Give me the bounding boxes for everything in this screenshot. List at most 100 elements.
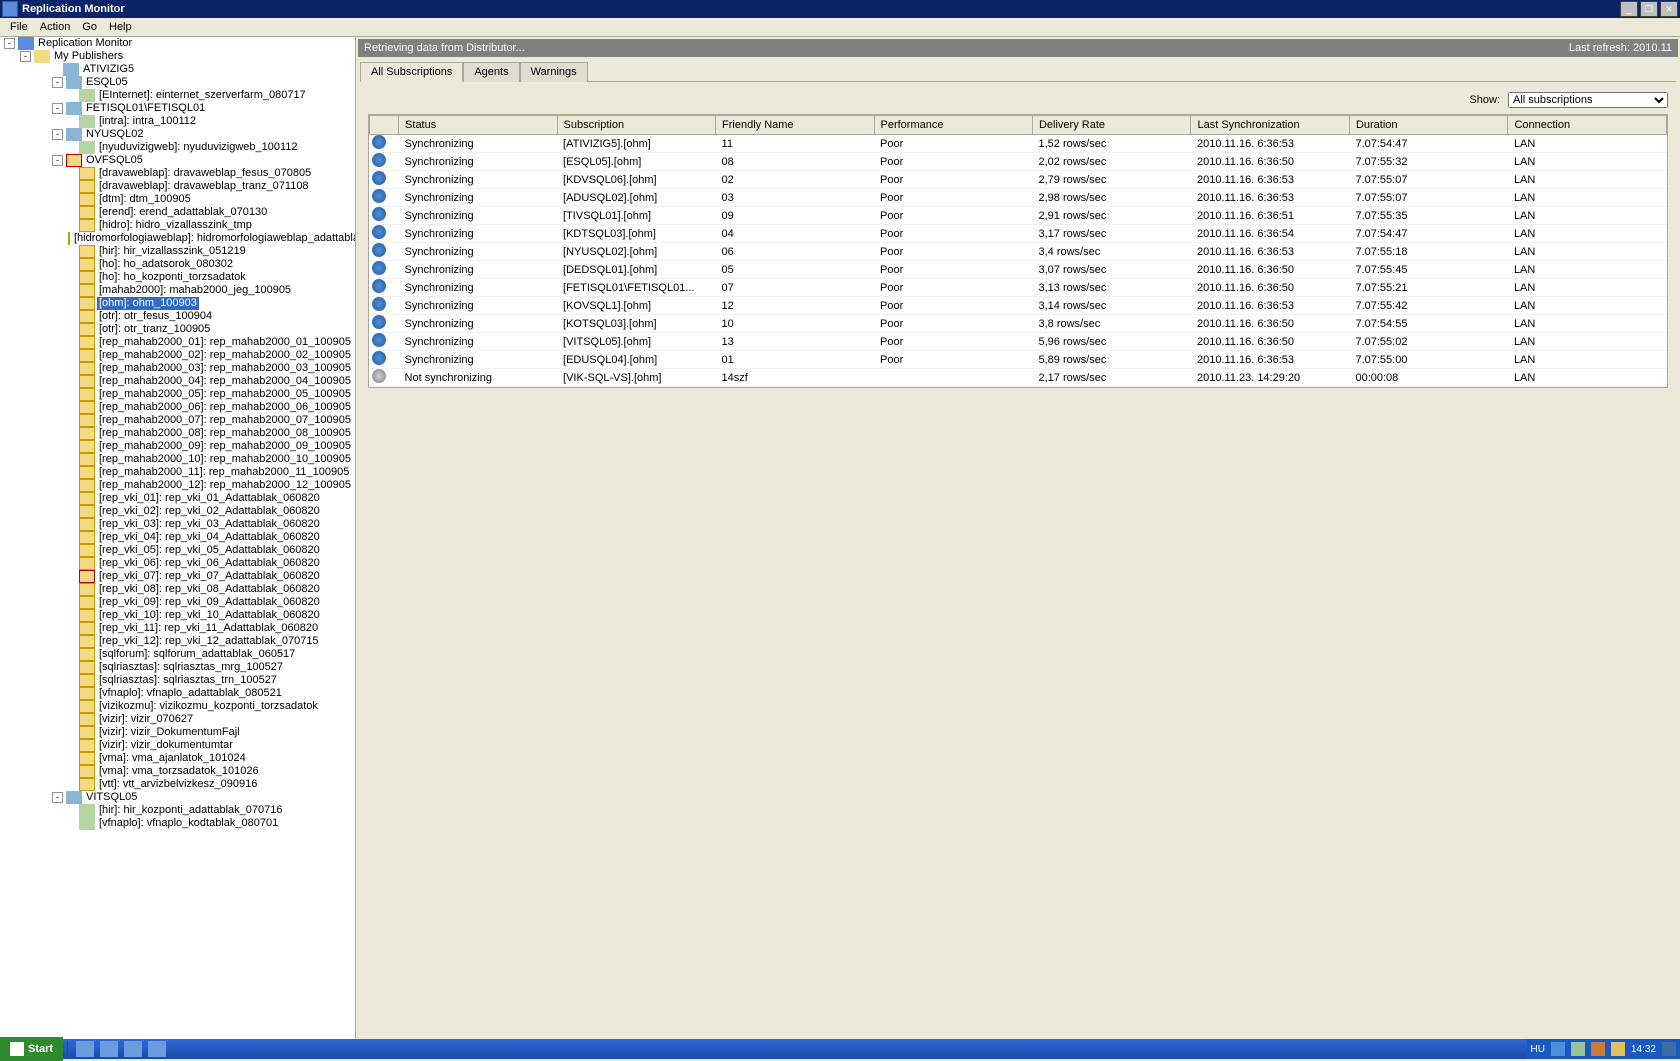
tree-item[interactable]: [rep_mahab2000_10]: rep_mahab2000_10_100… [97,453,353,466]
expand-icon[interactable]: - [52,103,63,114]
tree-item[interactable]: [ho]: ho_adatsorok_080302 [97,258,235,271]
expand-icon[interactable]: - [4,38,15,49]
tree-my-publishers[interactable]: My Publishers [52,50,125,63]
table-row[interactable]: Synchronizing[ESQL05].[ohm]08Poor2,02 ro… [370,153,1667,171]
tree-item[interactable]: [vizikozmu]: vizikozmu_kozponti_torzsada… [97,700,320,713]
maximize-button[interactable]: ❐ [1640,1,1658,17]
tree-item[interactable]: [sqlforum]: sqlforum_adattablak_060517 [97,648,297,661]
tree-item[interactable]: [rep_mahab2000_01]: rep_mahab2000_01_100… [97,336,353,349]
expand-icon[interactable]: - [52,77,63,88]
tree-item[interactable]: [rep_mahab2000_04]: rep_mahab2000_04_100… [97,375,353,388]
expand-icon[interactable]: - [52,792,63,803]
tab-warnings[interactable]: Warnings [520,62,588,82]
tree-item[interactable]: [rep_mahab2000_06]: rep_mahab2000_06_100… [97,401,353,414]
table-row[interactable]: Not synchronizing[VIK-SQL-VS].[ohm]14szf… [370,369,1667,387]
tree-item[interactable]: ATIVIZIG5 [81,63,136,76]
show-desktop-icon[interactable] [1662,1042,1676,1056]
table-row[interactable]: Synchronizing[KOVSQL1].[ohm]12Poor3,14 r… [370,297,1667,315]
tree-item[interactable]: [dravaweblap]: dravaweblap_tranz_071108 [97,180,311,193]
table-row[interactable]: Synchronizing[TIVSQL01].[ohm]09Poor2,91 … [370,207,1667,225]
menu-go[interactable]: Go [76,19,103,35]
tree-item[interactable]: [rep_mahab2000_02]: rep_mahab2000_02_100… [97,349,353,362]
tree-item[interactable]: [EInternet]: einternet_szerverfarm_08071… [97,89,308,102]
tree-item[interactable]: [sqlriasztas]: sqlriasztas_mrg_100527 [97,661,285,674]
tree-item[interactable]: [vizir]: vizir_dokumentumtar [97,739,235,752]
tree-item[interactable]: [erend]: erend_adattablak_070130 [97,206,269,219]
tree-item[interactable]: [vtt]: vtt_arvizbelvizkesz_090916 [97,778,259,791]
tree-item[interactable]: [rep_mahab2000_07]: rep_mahab2000_07_100… [97,414,353,427]
lang-indicator[interactable]: HU [1531,1044,1545,1055]
tree-item[interactable]: [vfnaplo]: vfnaplo_adattablak_080521 [97,687,284,700]
tree-item[interactable]: [dtm]: dtm_100905 [97,193,193,206]
clock[interactable]: 14:32 [1631,1044,1656,1055]
quicklaunch-icon[interactable] [76,1041,94,1057]
tab-agents[interactable]: Agents [463,62,519,82]
quicklaunch-icon[interactable] [100,1041,118,1057]
table-row[interactable]: Synchronizing[NYUSQL02].[ohm]06Poor3,4 r… [370,243,1667,261]
tree-item[interactable]: [rep_vki_03]: rep_vki_03_Adattablak_0608… [97,518,322,531]
tree-item[interactable]: [vma]: vma_torzsadatok_101026 [97,765,261,778]
tree-item[interactable]: [rep_mahab2000_12]: rep_mahab2000_12_100… [97,479,353,492]
tree-item[interactable]: [ho]: ho_kozponti_torzsadatok [97,271,248,284]
menu-help[interactable]: Help [103,19,138,35]
show-select[interactable]: All subscriptions [1508,92,1668,108]
tree-item[interactable]: [rep_vki_11]: rep_vki_11_Adattablak_0608… [97,622,320,635]
table-row[interactable]: Synchronizing[ATIVIZIG5].[ohm]11Poor1,52… [370,135,1667,153]
col-header[interactable]: Performance [874,116,1032,135]
start-button[interactable]: Start [0,1037,63,1061]
col-header[interactable]: Last Synchronization [1191,116,1349,135]
tree-item[interactable]: [vfnaplo]: vfnaplo_kodtablak_080701 [97,817,280,830]
tree-item[interactable]: [otr]: otr_tranz_100905 [97,323,212,336]
col-icon[interactable] [370,116,399,135]
tree-item[interactable]: [rep_vki_10]: rep_vki_10_Adattablak_0608… [97,609,322,622]
tree-item[interactable]: [rep_vki_04]: rep_vki_04_Adattablak_0608… [97,531,322,544]
tree-item[interactable]: [mahab2000]: mahab2000_jeg_100905 [97,284,293,297]
tree-item[interactable]: [otr]: otr_fesus_100904 [97,310,214,323]
col-header[interactable]: Connection [1508,116,1667,135]
expand-icon[interactable]: - [20,51,31,62]
col-header[interactable]: Delivery Rate [1032,116,1190,135]
close-button[interactable]: ✕ [1660,1,1678,17]
tree-item[interactable]: [rep_mahab2000_09]: rep_mahab2000_09_100… [97,440,353,453]
table-row[interactable]: Synchronizing[EDUSQL04].[ohm]01Poor5,89 … [370,351,1667,369]
tree-item[interactable]: [rep_vki_02]: rep_vki_02_Adattablak_0608… [97,505,322,518]
menu-action[interactable]: Action [34,19,77,35]
col-header[interactable]: Status [399,116,557,135]
subscriptions-grid[interactable]: StatusSubscriptionFriendly NamePerforman… [368,114,1668,388]
tree-item[interactable]: [rep_mahab2000_03]: rep_mahab2000_03_100… [97,362,353,375]
tree-item[interactable]: [rep_mahab2000_05]: rep_mahab2000_05_100… [97,388,353,401]
tree-item[interactable]: ESQL05 [84,76,130,89]
expand-icon[interactable]: - [52,155,63,166]
tree-root[interactable]: Replication Monitor [36,37,134,50]
tree-item[interactable]: [rep_vki_08]: rep_vki_08_Adattablak_0608… [97,583,322,596]
tree-item[interactable]: [hidro]: hidro_vizallasszink_tmp [97,219,254,232]
col-header[interactable]: Friendly Name [716,116,874,135]
tree-item[interactable]: FETISQL01\FETISQL01 [84,102,207,115]
table-row[interactable]: Synchronizing[DEDSQL01].[ohm]05Poor3,07 … [370,261,1667,279]
tree-panel[interactable]: -Replication Monitor -My Publishers ATIV… [0,37,356,1040]
tree-item[interactable]: [rep_vki_07]: rep_vki_07_Adattablak_0608… [97,570,322,583]
tree-item[interactable]: [nyuduvizigweb]: nyuduvizigweb_100112 [97,141,300,154]
tree-item[interactable]: [rep_vki_05]: rep_vki_05_Adattablak_0608… [97,544,322,557]
tree-item[interactable]: [hir]: hir_vizallasszink_051219 [97,245,248,258]
tree-item[interactable]: [rep_vki_06]: rep_vki_06_Adattablak_0608… [97,557,322,570]
tree-item[interactable]: [vizir]: vizir_DokumentumFajl [97,726,242,739]
tree-item[interactable]: OVFSQL05 [84,154,145,167]
tree-item[interactable]: [vizir]: vizir_070627 [97,713,195,726]
tree-item[interactable]: [rep_mahab2000_11]: rep_mahab2000_11_100… [97,466,351,479]
quicklaunch-icon[interactable] [148,1041,166,1057]
table-row[interactable]: Synchronizing[ADUSQL02].[ohm]03Poor2,98 … [370,189,1667,207]
tree-item[interactable]: [intra]: intra_100112 [97,115,198,128]
tree-item[interactable]: [rep_mahab2000_08]: rep_mahab2000_08_100… [97,427,353,440]
menu-file[interactable]: File [4,19,34,35]
minimize-button[interactable]: _ [1620,1,1638,17]
col-header[interactable]: Duration [1349,116,1507,135]
tray-icon[interactable] [1591,1042,1605,1056]
table-row[interactable]: Synchronizing[KDTSQL03].[ohm]04Poor3,17 … [370,225,1667,243]
tree-item[interactable]: NYUSQL02 [84,128,145,141]
tree-item[interactable]: [rep_vki_12]: rep_vki_12_adattablak_0707… [97,635,321,648]
quicklaunch-icon[interactable] [124,1041,142,1057]
tray-icon[interactable] [1611,1042,1625,1056]
tree-item[interactable]: [sqlriasztas]: sqlriasztas_trn_100527 [97,674,279,687]
tree-item[interactable]: [hidromorfologiaweblap]: hidromorfologia… [72,232,356,245]
